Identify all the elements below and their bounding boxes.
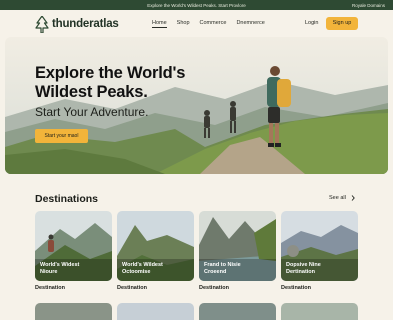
announcement-text: Explore the World's Wildest Peaks. Start… xyxy=(147,2,246,8)
nav-dnemnerce[interactable]: Dnemnerce xyxy=(236,20,264,28)
destination-label: Destination xyxy=(199,285,229,291)
hero-title-line-1: Explore the World's xyxy=(35,64,186,82)
destinations-heading: Destinations xyxy=(35,193,99,205)
destination-card-peek[interactable] xyxy=(199,303,276,320)
brand-name: thunderatlas xyxy=(52,18,119,30)
nav-shop[interactable]: Shop xyxy=(177,20,190,28)
destination-card[interactable]: World's Wildest Octoomise Destination xyxy=(117,211,194,291)
destination-card[interactable]: World's Widest Nioure Destination xyxy=(35,211,112,291)
destination-caption: World's Wildest Octoomise xyxy=(122,262,163,275)
hero-subtitle: Start Your Adventure. xyxy=(35,105,149,119)
destination-caption: Dopsive Nine Dertination xyxy=(286,262,321,275)
destination-label: Destination xyxy=(35,285,65,291)
see-all-label: See all xyxy=(329,195,346,201)
destination-caption: World's Widest Nioure xyxy=(40,262,80,275)
hero-cta-button[interactable]: Start your maol xyxy=(35,129,88,143)
destination-card[interactable]: Dopsive Nine Dertination Destination xyxy=(281,211,358,291)
destination-caption: Frand to Nisie Croeend xyxy=(204,262,241,275)
hero-banner: Explore the World's Wildest Peaks. Start… xyxy=(5,37,388,174)
signup-button[interactable]: Sign up xyxy=(326,17,358,30)
destination-card-peek[interactable] xyxy=(281,303,358,320)
announcement-bar: Explore the World's Wildest Peaks. Start… xyxy=(0,0,393,10)
login-link[interactable]: Login xyxy=(305,20,318,26)
destination-label: Destination xyxy=(117,285,147,291)
pine-tree-icon xyxy=(35,15,49,33)
destination-label: Destination xyxy=(281,285,311,291)
hero-title-line-2: Wildest Peaks. xyxy=(35,83,148,101)
brand-logo[interactable]: thunderatlas xyxy=(35,15,119,33)
destination-card[interactable]: Frand to Nisie Croeend Destination xyxy=(199,211,276,291)
announcement-right-link[interactable]: Royale Domains xyxy=(352,3,385,8)
main-nav: thunderatlas Home Shop Commerce Dnemnerc… xyxy=(0,10,393,38)
see-all-link[interactable]: See all xyxy=(329,195,355,201)
nav-home[interactable]: Home xyxy=(152,20,167,28)
chevron-right-icon xyxy=(351,195,355,201)
destination-card-peek[interactable] xyxy=(35,303,112,320)
nav-commerce[interactable]: Commerce xyxy=(200,20,227,28)
destination-card-peek[interactable] xyxy=(117,303,194,320)
hero-title: Explore the World's Wildest Peaks. xyxy=(35,64,185,102)
